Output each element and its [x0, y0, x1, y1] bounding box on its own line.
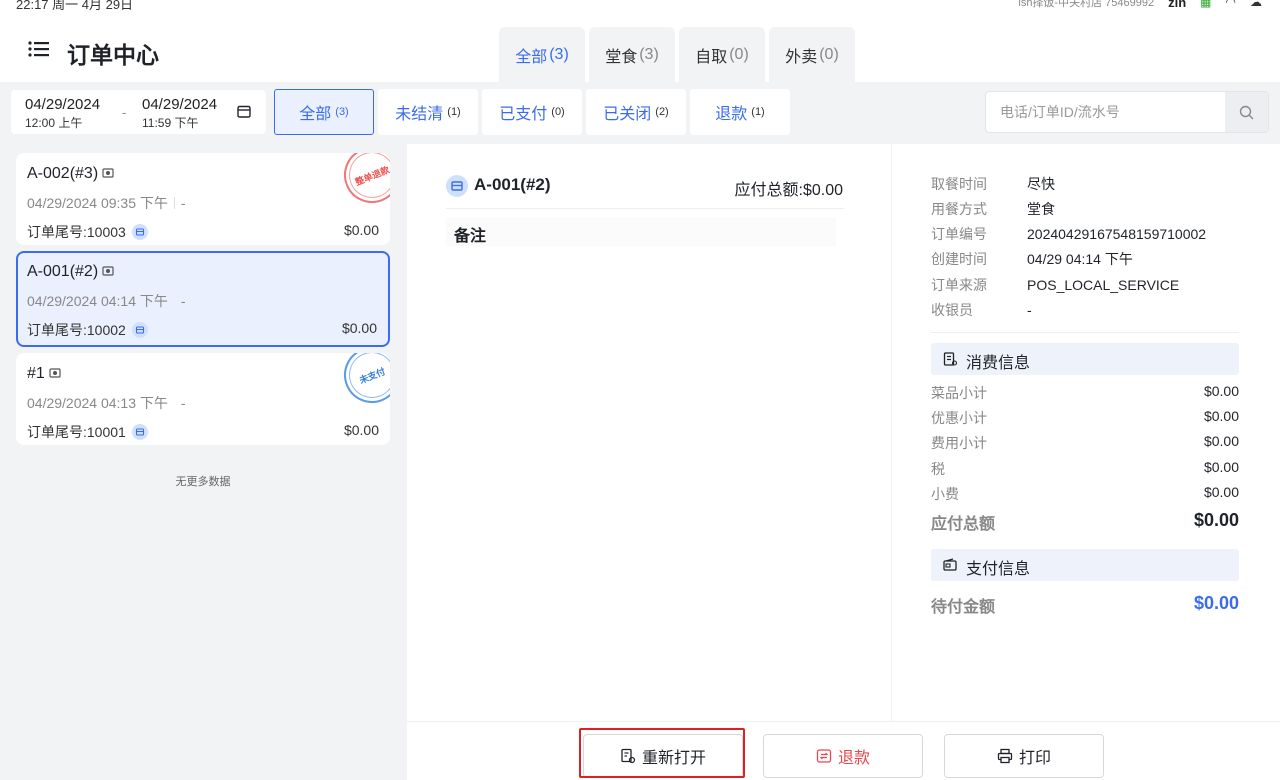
order-type-tabs: 全部 (3) 堂食 (3) 自取 (0) 外卖 (0) — [499, 27, 855, 82]
tab-type-all[interactable]: 全部 (3) — [499, 27, 585, 82]
menu-icon[interactable] — [28, 40, 50, 58]
tab-status-refund[interactable]: 退款 (1) — [690, 89, 790, 135]
tab-status-closed[interactable]: 已关闭 (2) — [586, 89, 686, 135]
tab-type-delivery[interactable]: 外卖 (0) — [769, 27, 855, 82]
order-no: A-002(#3) — [27, 165, 114, 183]
fee-discount-subtotal: 优惠小计 $0.00 — [931, 408, 1239, 426]
page-title: 订单中心 — [67, 42, 159, 68]
store-name: lsh择饭-中关村店 75469992 — [1018, 0, 1155, 9]
order-time: 04/29/2024 04:13 下午 - — [27, 395, 186, 411]
order-time: 04/29/2024 09:35 下午 - — [27, 195, 186, 211]
order-no: #1 — [27, 365, 61, 383]
end-date: 04/29/2024 11:59 下午 — [142, 96, 218, 130]
refund-icon — [816, 749, 832, 763]
print-button[interactable]: 打印 — [944, 734, 1104, 778]
fee-items-subtotal: 菜品小计 $0.00 — [931, 383, 1239, 401]
refund-stamp: 整单退款 — [335, 153, 390, 212]
info-cashier: 收银员 - — [931, 302, 1032, 318]
calendar-icon[interactable] — [237, 105, 251, 118]
wifi-icon: ◠ — [1225, 0, 1236, 9]
refund-button[interactable]: 退款 — [763, 734, 923, 778]
info-dining-mode: 用餐方式 堂食 — [931, 201, 1055, 217]
dine-in-icon — [102, 168, 114, 178]
fee-charges-subtotal: 费用小计 $0.00 — [931, 433, 1239, 451]
pending-amount: 待付金额 $0.00 — [931, 593, 1239, 616]
tab-status-paid[interactable]: 已支付 (0) — [482, 89, 582, 135]
info-order-number: 订单编号 20240429167548159710002 — [931, 226, 1207, 242]
channel-icon — [131, 224, 148, 240]
channel-icon — [131, 322, 148, 338]
channel-icon — [446, 175, 468, 197]
fee-tip: 小费 $0.00 — [931, 484, 1239, 502]
status-tabs: 全部 (3) 未结清 (1) 已支付 (0) 已关闭 (2) 退款 (1) — [274, 89, 790, 135]
info-pickup-time: 取餐时间 尽快 — [931, 176, 1055, 192]
date-range-picker[interactable]: 04/29/2024 12:00 上午 - 04/29/2024 11:59 下午 — [11, 90, 266, 134]
dine-in-icon — [102, 266, 114, 276]
tab-status-all[interactable]: 全部 (3) — [274, 89, 374, 135]
filter-bar: 04/29/2024 12:00 上午 - 04/29/2024 11:59 下午 … — [0, 82, 1280, 144]
cloud-icon[interactable]: ☁ — [1250, 0, 1262, 9]
start-date: 04/29/2024 12:00 上午 — [25, 96, 101, 130]
order-list: A-002(#3) 04/29/2024 09:35 下午 - 订单尾号:1000… — [0, 144, 406, 780]
search-button[interactable] — [1225, 92, 1268, 132]
search-icon — [1239, 105, 1254, 119]
order-tail: 订单尾号:10003 — [27, 222, 148, 242]
order-tail: 订单尾号:10001 — [27, 422, 148, 442]
fee-payable-total: 应付总额 $0.00 — [931, 510, 1239, 533]
date-separator: - — [122, 105, 127, 120]
order-items-panel: A-001(#2) 应付总额:$0.00 备注 — [407, 144, 891, 721]
order-total: 应付总额:$0.00 — [734, 182, 844, 199]
order-card-a001[interactable]: A-001(#2) 04/29/2024 04:14 下午 - 订单尾号:1000… — [16, 251, 390, 347]
order-no: A-001(#2) — [27, 263, 114, 281]
order-title: A-001(#2) — [474, 175, 551, 194]
divider — [446, 208, 844, 209]
info-created-time: 创建时间 04/29 04:14 下午 — [931, 251, 1133, 267]
order-info-panel: 取餐时间 尽快 用餐方式 堂食 订单编号 2024042916754815971000… — [892, 144, 1280, 721]
remark-row: 备注 — [446, 218, 836, 246]
user-name: zin — [1168, 0, 1187, 10]
search-input[interactable] — [986, 92, 1226, 132]
search-box — [985, 91, 1269, 133]
unpaid-stamp: 未支付 — [335, 353, 390, 412]
dine-in-icon — [49, 368, 61, 378]
action-bar: 重新打开 退款 打印 — [407, 721, 1280, 780]
reopen-icon — [621, 748, 636, 764]
calculator-icon[interactable]: ▦ — [1200, 0, 1211, 9]
channel-icon — [131, 424, 148, 440]
receipt-icon — [943, 352, 957, 366]
order-amount: $0.00 — [343, 222, 379, 238]
tab-type-pickup[interactable]: 自取 (0) — [679, 27, 765, 82]
tab-status-unsettled[interactable]: 未结清 (1) — [378, 89, 478, 135]
order-amount: $0.00 — [341, 320, 377, 336]
tab-type-dine-in[interactable]: 堂食 (3) — [589, 27, 675, 82]
status-bar: 22:17 周一 4月 29日 lsh择饭-中关村店 75469992 zin … — [0, 0, 1280, 12]
divider — [931, 332, 1239, 333]
order-time: 04/29/2024 04:14 下午 - — [27, 293, 186, 309]
no-more-data: 无更多数据 — [175, 476, 231, 488]
remark-label: 备注 — [454, 228, 487, 245]
header: 订单中心 全部 (3) 堂食 (3) 自取 (0) 外卖 (0) — [0, 12, 1280, 82]
fee-tax: 税 $0.00 — [931, 459, 1239, 477]
payment-info-header: 支付信息 — [931, 549, 1239, 581]
wallet-icon — [943, 558, 957, 571]
order-card-a002[interactable]: A-002(#3) 04/29/2024 09:35 下午 - 订单尾号:1000… — [16, 153, 390, 245]
printer-icon — [997, 748, 1013, 764]
status-right: lsh择饭-中关村店 75469992 zin ▦ ◠ ☁ — [1018, 0, 1262, 10]
order-amount: $0.00 — [343, 422, 379, 438]
order-card-1[interactable]: #1 04/29/2024 04:13 下午 - 订单尾号:10001 $0.00… — [16, 353, 390, 445]
info-order-source: 订单来源 POS_LOCAL_SERVICE — [931, 277, 1180, 293]
order-tail: 订单尾号:10002 — [27, 320, 148, 340]
status-time: 22:17 周一 4月 29日 — [16, 0, 134, 12]
consume-info-header: 消费信息 — [931, 343, 1239, 375]
reopen-button[interactable]: 重新打开 — [583, 734, 743, 778]
